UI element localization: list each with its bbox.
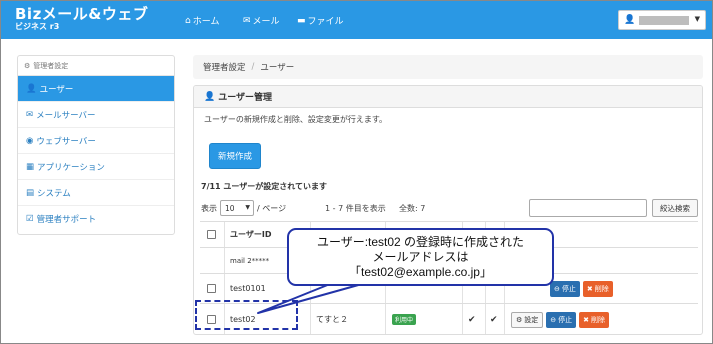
close-icon: ✖ [583, 315, 590, 324]
sidebar-item-label: メールサーバー [36, 110, 96, 121]
user-menu-button[interactable]: 👤 ▼ [618, 10, 706, 30]
show-label: 表示 [201, 203, 217, 213]
stop-icon: ⊖ [550, 315, 557, 324]
stop-label: 停止 [558, 315, 573, 324]
page-size-control: 表示 10 ▼ / ページ [201, 200, 286, 216]
panel-title: ユーザー管理 [218, 93, 273, 103]
close-icon: ✖ [586, 284, 593, 293]
delete-button[interactable]: ✖ 削除 [579, 311, 610, 328]
home-icon: ⌂ [185, 15, 191, 26]
filter-search-button[interactable]: 絞込検索 [652, 199, 698, 217]
check-icon: ✔ [468, 314, 476, 325]
sidebar-item-system[interactable]: ▤ システム [18, 180, 174, 206]
sidebar-item-mail-server[interactable]: ✉ メールサーバー [18, 102, 174, 128]
breadcrumb-current: ユーザー [260, 63, 295, 73]
sidebar-header-label: 管理者設定 [33, 61, 69, 70]
sidebar-item-application[interactable]: ▦ アプリケーション [18, 154, 174, 180]
search-input[interactable] [529, 199, 647, 217]
delete-label: 削除 [594, 284, 609, 293]
server-icon: ▤ [26, 187, 35, 198]
sidebar-header: ⚙ 管理者設定 [18, 56, 174, 76]
stop-button[interactable]: ⊖ 停止 [546, 311, 577, 328]
page-size-value: 10 [225, 203, 235, 213]
sidebar: ⚙ 管理者設定 👤 ユーザー ✉ メールサーバー ◉ ウェブサーバー ▦ アプリ… [17, 55, 175, 235]
user-name-redacted [639, 15, 690, 25]
user-icon: 👤 [26, 83, 37, 94]
user-icon: 👤 [204, 91, 216, 102]
settings-button[interactable]: ⚙ 設定 [511, 311, 544, 328]
status-badge: 利用中 [392, 314, 417, 325]
sidebar-item-label: ウェブサーバー [36, 136, 96, 147]
userid-cell: mail 2***** [230, 256, 270, 265]
breadcrumb-root[interactable]: 管理者設定 [203, 61, 246, 73]
nav-home[interactable]: ⌂ ホーム [185, 14, 220, 28]
row-actions: ⊖ 停止 ✖ 削除 [550, 274, 613, 303]
callout-line-1: ユーザー:test02 の登録時に作成された [316, 234, 525, 249]
row-actions: ⚙ 設定 ⊖ 停止 ✖ 削除 [511, 304, 610, 334]
stop-label: 停止 [561, 284, 576, 293]
gear-icon: ⚙ [24, 61, 31, 70]
select-all-checkbox[interactable] [207, 230, 216, 239]
panel-description: ユーザーの新規作成と削除、設定変更が行えます。 [204, 115, 388, 124]
user-count-text: 7/11 ユーザーが設定されています [201, 182, 328, 191]
nav-mail[interactable]: ✉ メール [243, 14, 280, 28]
create-user-button[interactable]: 新規作成 [209, 143, 261, 169]
check-icon: ✔ [490, 314, 498, 325]
mail-icon: ✉ [243, 15, 251, 26]
callout-line-3: 「test02@example.co.jp」 [349, 264, 492, 279]
grid-icon: ▦ [26, 161, 35, 172]
total-text: 全数: 7 [399, 204, 426, 213]
callout-line-2: メールアドレスは [372, 249, 469, 264]
folder-icon: ▬ [297, 15, 306, 26]
panel-heading: 👤 ユーザー管理 [194, 86, 702, 108]
userid-cell: test0101 [230, 284, 266, 293]
user-icon: 👤 [624, 15, 636, 25]
user-management-panel: 👤 ユーザー管理 ユーザーの新規作成と削除、設定変更が行えます。 新規作成 7/… [193, 85, 703, 335]
logo-main-text: Bizメール&ウェブ [15, 5, 149, 23]
top-navbar: Bizメール&ウェブ ビジネス r3 ⌂ ホーム ✉ メール ▬ ファイル 👤 … [1, 1, 712, 39]
sidebar-item-user[interactable]: 👤 ユーザー [18, 76, 174, 102]
sidebar-item-label: システム [37, 188, 71, 199]
page-size-select[interactable]: 10 ▼ [220, 200, 254, 216]
delete-button[interactable]: ✖ 削除 [582, 280, 613, 297]
chevron-down-icon: ▼ [245, 204, 250, 211]
chevron-down-icon: ▼ [694, 15, 700, 23]
sidebar-item-label: ユーザー [39, 84, 74, 95]
support-icon: ☑ [26, 214, 34, 224]
settings-label: 設定 [524, 315, 539, 324]
breadcrumb: 管理者設定 / ユーザー [193, 55, 703, 79]
name-cell: てすと２ [316, 315, 348, 324]
gear-icon: ⚙ [516, 315, 523, 324]
sidebar-item-label: アプリケーション [37, 162, 105, 173]
row-checkbox[interactable] [207, 284, 216, 293]
delete-label: 削除 [591, 315, 606, 324]
nav-mail-label: メール [252, 17, 280, 27]
sidebar-item-web-server[interactable]: ◉ ウェブサーバー [18, 128, 174, 154]
per-page-label: / ページ [257, 203, 287, 213]
globe-icon: ◉ [26, 135, 34, 146]
column-header-userid[interactable]: ユーザーID [230, 222, 271, 247]
nav-file-label: ファイル [307, 17, 344, 27]
breadcrumb-separator: / [251, 62, 255, 72]
annotation-callout: ユーザー:test02 の登録時に作成された メールアドレスは 「test02@… [287, 228, 554, 286]
range-text: 1 - 7 件目を表示 [325, 204, 386, 213]
nav-file[interactable]: ▬ ファイル [297, 14, 344, 28]
highlight-box [195, 300, 298, 330]
nav-home-label: ホーム [192, 17, 220, 27]
stop-button[interactable]: ⊖ 停止 [550, 280, 580, 297]
mail-icon: ✉ [26, 109, 34, 120]
app-logo[interactable]: Bizメール&ウェブ ビジネス r3 [15, 6, 148, 32]
logo-sub-text: ビジネス r3 [15, 22, 60, 31]
sidebar-item-label: 管理者サポート [36, 215, 97, 225]
sidebar-item-admin-support[interactable]: ☑ 管理者サポート [18, 206, 174, 232]
stop-icon: ⊖ [554, 284, 560, 293]
